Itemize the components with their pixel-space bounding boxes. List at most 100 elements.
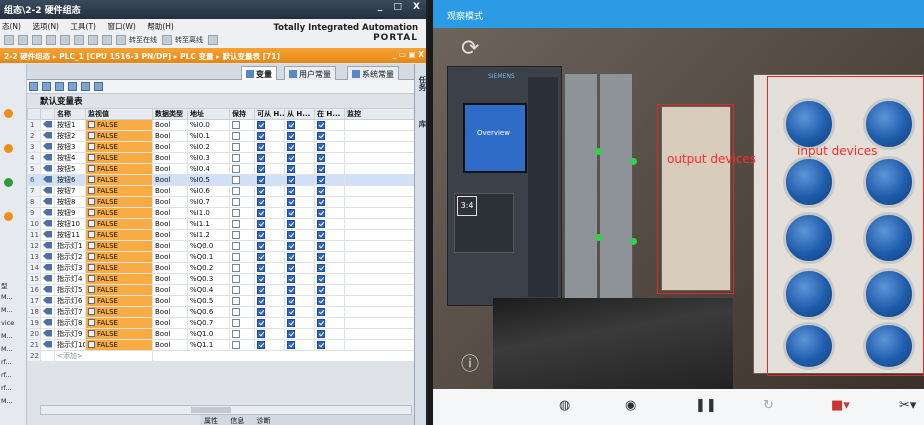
col-monitor-value[interactable]: 监视值	[85, 108, 153, 120]
hmi-writable-checkbox[interactable]	[287, 318, 295, 327]
data-type[interactable]: Bool	[152, 328, 188, 340]
horizontal-scrollbar[interactable]	[40, 405, 412, 415]
task-card-libraries[interactable]: 库	[417, 120, 426, 128]
tab-system-constants[interactable]: 系统常量	[347, 66, 399, 80]
editor-window-controls[interactable]: _ ▭ ▣ X	[392, 50, 424, 59]
tag-name[interactable]: 指示灯2	[54, 251, 86, 263]
menu-item-help[interactable]: 帮助(H)	[147, 22, 174, 31]
hmi-writable-checkbox[interactable]	[287, 175, 295, 184]
address[interactable]: %I0.5	[187, 174, 230, 186]
retain-checkbox[interactable]	[232, 307, 240, 316]
data-type[interactable]: Bool	[152, 174, 188, 186]
col-retain[interactable]: 保持	[229, 108, 255, 120]
table-row[interactable]: 21 指示灯10 FALSE Bool %Q1.1	[27, 339, 415, 351]
hmi-accessible-checkbox[interactable]	[257, 329, 265, 338]
table-row[interactable]: 1 按钮1 FALSE Bool %I0.0	[27, 119, 415, 131]
menu-item-0[interactable]: 态(N)	[2, 22, 21, 31]
table-row[interactable]: 15 指示灯4 FALSE Bool %Q0.3	[27, 273, 415, 285]
table-row[interactable]: 14 指示灯3 FALSE Bool %Q0.2	[27, 262, 415, 274]
data-type[interactable]: Bool	[152, 273, 188, 285]
data-type[interactable]: Bool	[152, 119, 188, 131]
cut-icon[interactable]: ✂▾	[899, 398, 916, 413]
breadcrumb-text[interactable]: 2-2 硬件组态 ▸ PLC_1 [CPU 1516-3 PN/DP] ▸ PL…	[4, 52, 280, 61]
compile-icon[interactable]	[88, 35, 98, 45]
hmi-accessible-checkbox[interactable]	[257, 296, 265, 305]
table-row[interactable]: 12 指示灯1 FALSE Bool %Q0.0	[27, 240, 415, 252]
table-row[interactable]: 3 按钮3 FALSE Bool %I0.2	[27, 141, 415, 153]
data-type[interactable]: Bool	[152, 306, 188, 318]
hmi-visible-checkbox[interactable]	[317, 263, 325, 272]
address[interactable]: %Q0.2	[187, 262, 230, 274]
tree-label[interactable]: rf...	[1, 384, 12, 392]
hmi-accessible-checkbox[interactable]	[257, 142, 265, 151]
retain-checkbox[interactable]	[232, 340, 240, 349]
address[interactable]: %I1.2	[187, 229, 230, 241]
hmi-visible-checkbox[interactable]	[317, 219, 325, 228]
tab-tags[interactable]: 变量	[241, 66, 277, 80]
tree-label[interactable]: vice	[1, 319, 14, 327]
address[interactable]: %I1.0	[187, 207, 230, 219]
tag-name[interactable]: 指示灯10	[54, 339, 86, 351]
data-type[interactable]: Bool	[152, 130, 188, 142]
data-type[interactable]: Bool	[152, 251, 188, 263]
hmi-visible-checkbox[interactable]	[317, 142, 325, 151]
pause-icon[interactable]: ❚❚	[695, 398, 717, 413]
hmi-writable-checkbox[interactable]	[287, 219, 295, 228]
address[interactable]: %Q1.0	[187, 328, 230, 340]
tab-user-constants[interactable]: 用户常量	[284, 66, 336, 80]
add-new-row[interactable]: 22 <添加>	[27, 350, 415, 362]
menu-item-tools[interactable]: 工具(T)	[71, 22, 96, 31]
hmi-accessible-checkbox[interactable]	[257, 208, 265, 217]
data-type[interactable]: Bool	[152, 339, 188, 351]
tag-name[interactable]: 按钮3	[54, 141, 86, 153]
hmi-visible-checkbox[interactable]	[317, 274, 325, 283]
tag-name[interactable]: 指示灯7	[54, 306, 86, 318]
address[interactable]: %Q0.4	[187, 284, 230, 296]
close-project-icon[interactable]	[4, 35, 14, 45]
go-online-label[interactable]: 转至在线	[129, 36, 157, 44]
tag-name[interactable]: 指示灯6	[54, 295, 86, 307]
hmi-accessible-checkbox[interactable]	[257, 241, 265, 250]
tag-name[interactable]: 按钮2	[54, 130, 86, 142]
hmi-writable-checkbox[interactable]	[287, 241, 295, 250]
go-offline-label[interactable]: 转至离线	[175, 36, 203, 44]
hmi-visible-checkbox[interactable]	[317, 164, 325, 173]
hmi-writable-checkbox[interactable]	[287, 263, 295, 272]
hmi-writable-checkbox[interactable]	[287, 153, 295, 162]
retain-checkbox[interactable]	[232, 329, 240, 338]
hmi-accessible-checkbox[interactable]	[257, 318, 265, 327]
hmi-accessible-checkbox[interactable]	[257, 285, 265, 294]
table-row[interactable]: 19 指示灯8 FALSE Bool %Q0.7	[27, 317, 415, 329]
hmi-accessible-checkbox[interactable]	[257, 230, 265, 239]
tag-name[interactable]: 按钮10	[54, 218, 86, 230]
retain-checkbox[interactable]	[232, 230, 240, 239]
tag-name[interactable]: 按钮8	[54, 196, 86, 208]
retain-checkbox[interactable]	[232, 175, 240, 184]
hmi-visible-checkbox[interactable]	[317, 307, 325, 316]
col-address[interactable]: 地址	[187, 108, 230, 120]
address[interactable]: %I1.1	[187, 218, 230, 230]
refresh-icon[interactable]: ↻	[763, 398, 774, 413]
undo-icon[interactable]	[18, 35, 28, 45]
tree-label[interactable]: M...	[1, 293, 13, 301]
data-type[interactable]: Bool	[152, 218, 188, 230]
retain-checkbox[interactable]	[232, 219, 240, 228]
hmi-accessible-checkbox[interactable]	[257, 274, 265, 283]
hmi-accessible-checkbox[interactable]	[257, 263, 265, 272]
download-icon[interactable]	[102, 35, 112, 45]
hmi-writable-checkbox[interactable]	[287, 208, 295, 217]
hmi-visible-checkbox[interactable]	[317, 208, 325, 217]
address[interactable]: %Q0.6	[187, 306, 230, 318]
data-type[interactable]: Bool	[152, 152, 188, 164]
address[interactable]: %I0.7	[187, 196, 230, 208]
retain-checkbox[interactable]	[232, 241, 240, 250]
hmi-visible-checkbox[interactable]	[317, 153, 325, 162]
tag-name[interactable]: 按钮11	[54, 229, 86, 241]
table-row[interactable]: 2 按钮2 FALSE Bool %I0.1	[27, 130, 415, 142]
tia-window-controls[interactable]: _ □ X	[378, 2, 424, 12]
hmi-visible-checkbox[interactable]	[317, 131, 325, 140]
glasses-icon[interactable]	[94, 82, 103, 91]
address[interactable]: %Q0.5	[187, 295, 230, 307]
hmi-writable-checkbox[interactable]	[287, 307, 295, 316]
paste-icon[interactable]	[74, 35, 84, 45]
